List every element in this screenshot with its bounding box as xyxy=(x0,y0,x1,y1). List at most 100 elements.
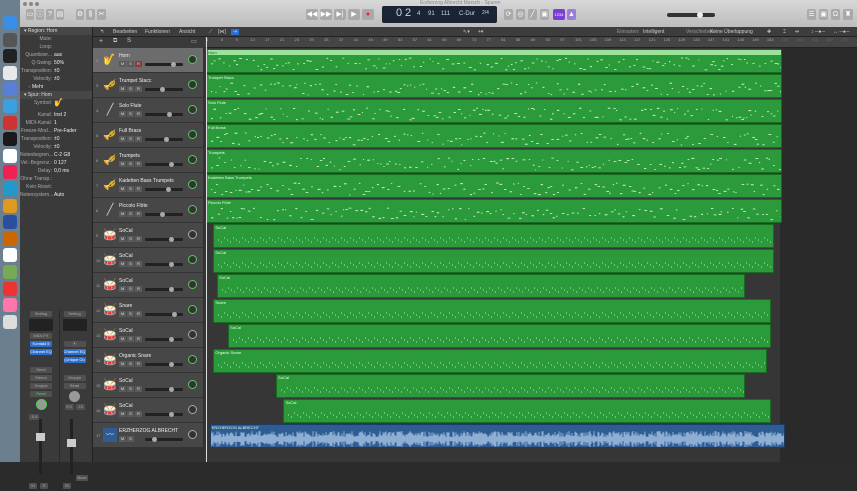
bar-ruler[interactable]: 1 5 9 13 17 21 25 29 33 37 41 45 49 53 57 61 65 69 73 77 81 8… xyxy=(205,37,857,48)
close-window-button[interactable] xyxy=(23,2,27,6)
mute-button[interactable]: M xyxy=(119,236,126,242)
volume-knob[interactable] xyxy=(166,187,172,192)
solo-button[interactable]: S xyxy=(127,261,134,267)
duplicate-track-button[interactable]: ⧉ xyxy=(113,38,117,45)
volume-fader[interactable] xyxy=(36,419,45,474)
app-icon[interactable] xyxy=(3,165,17,180)
app-icon[interactable] xyxy=(3,281,17,296)
volume-knob[interactable] xyxy=(151,437,157,442)
solo-button[interactable]: S xyxy=(127,411,134,417)
region[interactable]: Trumpets xyxy=(206,149,782,173)
field-value[interactable]: 0 127 xyxy=(54,159,67,167)
track-header[interactable]: 2 🎷 Horn M S R xyxy=(93,48,203,73)
trash-icon[interactable] xyxy=(3,314,17,329)
functions-menu[interactable]: Funktionen xyxy=(145,29,170,35)
record-enable-button[interactable]: R xyxy=(135,136,142,142)
loop-browser-button[interactable]: Ω xyxy=(831,9,840,20)
track-header[interactable]: 8 ╱ Piccolo Flöte M S R xyxy=(93,198,203,223)
mute-button[interactable]: M xyxy=(63,483,71,489)
record-enable-button[interactable]: R xyxy=(135,236,142,242)
pointer-tool-icon[interactable]: ↖▾ xyxy=(463,29,470,35)
app-icon[interactable] xyxy=(3,99,17,113)
pan-knob[interactable] xyxy=(188,230,197,239)
solo-button[interactable]: S xyxy=(127,361,134,367)
track-row[interactable]: MIDI-Kanal: 1 xyxy=(20,119,92,127)
volume-knob[interactable] xyxy=(160,87,166,92)
mute-button[interactable]: M xyxy=(119,336,126,342)
track-name[interactable]: SoCal xyxy=(119,328,133,334)
region[interactable]: SoCal xyxy=(213,249,775,273)
audio-fx-slot[interactable]: Channel EQ xyxy=(30,349,52,355)
volume-slider[interactable] xyxy=(145,287,183,292)
pan-knob[interactable] xyxy=(35,399,47,410)
cycle-button[interactable]: ⟳ xyxy=(504,9,513,20)
drag-select[interactable]: Keine Überlappung xyxy=(710,29,753,35)
bounce-button[interactable]: Bnce xyxy=(76,475,88,481)
system-preferences-icon[interactable] xyxy=(3,32,17,47)
track-name[interactable]: SoCal xyxy=(119,278,133,284)
zoom-window-button[interactable] xyxy=(35,2,39,6)
track-row[interactable]: Velocity: ±0 xyxy=(20,143,92,151)
volume-knob[interactable] xyxy=(168,162,174,167)
record-enable-button[interactable]: R xyxy=(135,261,142,267)
record-enable-button[interactable]: R xyxy=(135,311,142,317)
mute-button[interactable]: M xyxy=(119,136,126,142)
solo-button[interactable]: S xyxy=(127,111,134,117)
global-solo-button[interactable]: S xyxy=(127,38,131,44)
track-row[interactable]: Freeze-Mod... Pre-Fader xyxy=(20,127,92,135)
pan-knob[interactable] xyxy=(188,305,197,314)
track-header[interactable]: 7 🎺 Kadetten Bass Trumpets M S R xyxy=(93,173,203,198)
pan-knob[interactable] xyxy=(188,355,197,364)
track-name[interactable]: Solo Flute xyxy=(119,103,142,109)
track-row[interactable]: Transposition: ±0 xyxy=(20,135,92,143)
app-icon[interactable] xyxy=(3,182,17,196)
field-value[interactable]: Pre-Fader xyxy=(54,127,77,135)
group-slot[interactable]: Gruppe xyxy=(63,375,86,381)
pan-knob[interactable] xyxy=(188,155,197,164)
mute-button[interactable]: M xyxy=(29,483,37,489)
track-row[interactable]: Vel.-Begrenz.: 0 127 xyxy=(20,159,92,167)
region[interactable]: SoCal xyxy=(228,324,771,348)
track-name[interactable]: ERZHERZOG ALBRECHT xyxy=(119,428,178,434)
solo-button[interactable]: S xyxy=(127,286,134,292)
track-row[interactable]: Notenbegren... C-2 G8 xyxy=(20,151,92,159)
solo-button[interactable]: S xyxy=(127,61,134,67)
track-header[interactable]: 6 🎺 Trumpets M S R xyxy=(93,148,203,173)
play-button[interactable]: ▶ xyxy=(348,9,360,20)
pan-knob[interactable] xyxy=(188,130,197,139)
notepad-button[interactable]: ▣ xyxy=(819,9,828,20)
track-header[interactable]: 14 🥁 Organic Snare M S R xyxy=(93,348,203,373)
volume-knob[interactable] xyxy=(169,337,175,342)
mute-button[interactable]: M xyxy=(119,386,126,392)
app-icon[interactable] xyxy=(3,65,17,80)
pan-knob[interactable] xyxy=(188,430,197,439)
region[interactable]: SoCal xyxy=(217,274,745,298)
track-name[interactable]: SoCal xyxy=(119,228,133,234)
output-slot[interactable]: Stereo xyxy=(30,375,52,381)
more-toggle[interactable]: › Mehr xyxy=(20,83,92,91)
solo-button[interactable]: S xyxy=(127,311,134,317)
solo-button[interactable]: S xyxy=(127,86,134,92)
volume-slider[interactable] xyxy=(145,87,183,92)
region[interactable]: Trumpet Stacc xyxy=(206,74,782,98)
app-icon[interactable] xyxy=(3,115,17,130)
volume-slider[interactable] xyxy=(145,337,183,342)
mute-button[interactable]: M xyxy=(119,86,126,92)
count-in-button[interactable]: 1234 xyxy=(553,9,565,20)
volume-slider[interactable] xyxy=(145,62,183,67)
track-row[interactable]: Delay: 0,0 ms xyxy=(20,167,92,175)
group-slot[interactable]: Gruppe xyxy=(30,383,52,389)
volume-slider[interactable] xyxy=(145,312,183,317)
track-header[interactable]: 13 🥁 SoCal M S R xyxy=(93,323,203,348)
pan-knob[interactable] xyxy=(188,80,197,89)
app-icon[interactable] xyxy=(3,148,17,163)
volume-knob[interactable] xyxy=(169,362,175,367)
record-enable-button[interactable]: R xyxy=(135,86,142,92)
region[interactable]: Piccolo Flöte xyxy=(206,199,782,223)
record-enable-button[interactable]: R xyxy=(135,361,142,367)
pan-knob[interactable] xyxy=(188,280,197,289)
field-value[interactable]: 0,0 ms xyxy=(54,167,69,175)
app-icon[interactable] xyxy=(3,248,17,263)
smart-controls-button[interactable]: ⚙ xyxy=(76,9,84,20)
region-row[interactable]: Velocity: ±0 xyxy=(20,75,92,83)
